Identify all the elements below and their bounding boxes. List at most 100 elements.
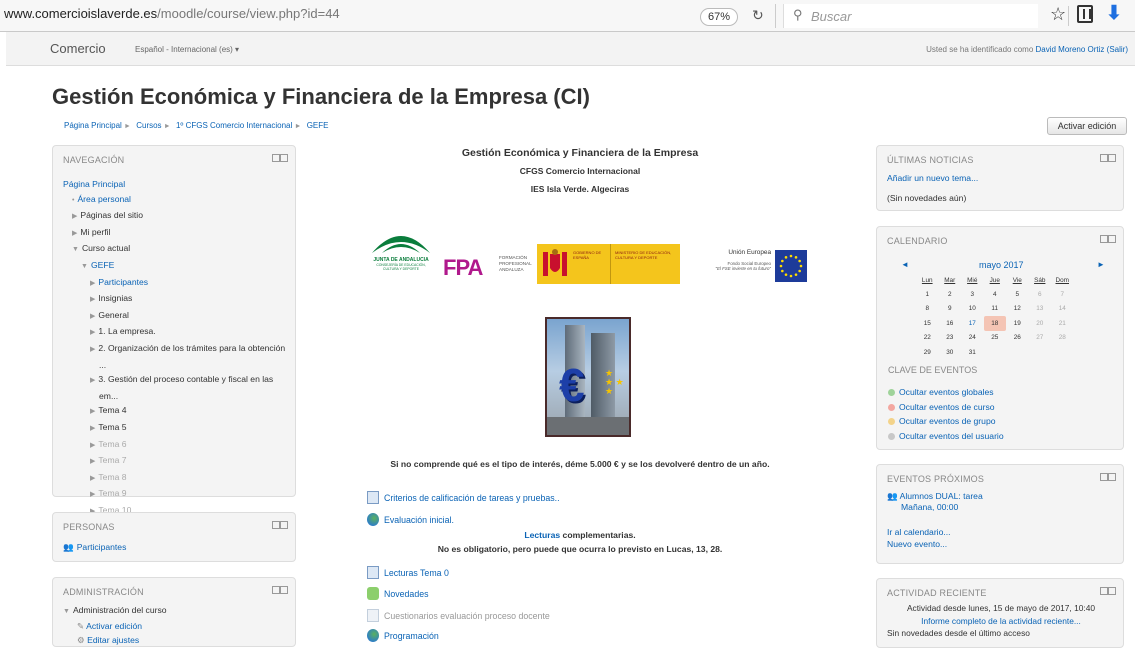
nav-item[interactable]: ▶ Participantes [63,275,285,292]
eye-icon [888,418,895,425]
course-admin-node[interactable]: ▼ Administración del curso [63,603,167,619]
breadcrumb-courses[interactable]: Cursos [136,121,161,130]
nav-item[interactable]: em... [63,389,285,404]
activate-edit-link[interactable]: ✎ Activar edición [63,619,167,633]
calendar-day[interactable]: 13 [1029,302,1052,317]
calendar-month-link[interactable]: mayo 2017 [979,260,1024,270]
nav-item[interactable]: ▶ General [63,308,285,325]
resource-criterios[interactable]: Criterios de calificación de tareas y pr… [367,491,560,504]
nav-item[interactable]: Página Principal [63,177,285,192]
nav-item[interactable]: ▶ Tema 9 [63,486,285,503]
nav-item[interactable]: ▶ Tema 6 [63,437,285,454]
calendar-day[interactable]: 1 [916,287,939,302]
breadcrumb-course[interactable]: GEFE [307,121,329,130]
new-event-link[interactable]: Nuevo evento... [887,539,947,549]
nav-item[interactable]: ▶ 2. Organización de los trámites para la… [63,341,285,358]
edit-settings-link[interactable]: ⚙ Editar ajustes [63,633,167,647]
calendar-day[interactable]: 10 [961,302,984,317]
calendar-day[interactable]: 27 [1029,331,1052,346]
prev-month-icon[interactable]: ◄ [901,260,909,269]
calendar-day[interactable]: 29 [916,345,939,360]
calendar-day[interactable]: 18 [983,316,1006,331]
event-key-item[interactable]: Ocultar eventos globales [888,385,1004,400]
calendar-day[interactable]: 4 [984,287,1007,302]
full-report-link[interactable]: Informe completo de la actividad recient… [877,616,1125,626]
site-brand[interactable]: Comercio [50,41,106,56]
nav-item[interactable]: ... [63,358,285,373]
calendar-day[interactable]: 9 [939,302,962,317]
calendar-day[interactable]: 20 [1029,316,1052,331]
nav-item[interactable]: ▶ Tema 8 [63,470,285,487]
event-key-item[interactable]: Ocultar eventos de grupo [888,414,1004,429]
calendar-day[interactable]: 8 [916,302,939,317]
nav-item[interactable]: ▶ Tema 7 [63,453,285,470]
nav-item[interactable]: ▼ GEFE [63,258,285,275]
calendar-day[interactable]: 14 [1051,302,1074,317]
go-to-calendar-link[interactable]: Ir al calendario... [887,527,951,537]
block-collapse-icon[interactable] [1100,154,1116,162]
calendar-day[interactable]: 15 [916,316,939,331]
calendar-day[interactable]: 12 [1006,302,1029,317]
block-collapse-icon[interactable] [272,521,288,529]
block-collapse-icon[interactable] [1100,587,1116,595]
calendar-day[interactable]: 19 [1006,316,1029,331]
bookmark-star-icon[interactable]: ☆ [1050,4,1066,25]
url-field[interactable]: www.comercioislaverde.es/moodle/course/v… [4,6,340,21]
calendar-day[interactable]: 28 [1051,331,1074,346]
calendar-day[interactable]: 30 [939,345,962,360]
block-collapse-icon[interactable] [1100,473,1116,481]
event-key-item[interactable]: Ocultar eventos de curso [888,400,1004,415]
add-topic-link[interactable]: Añadir un nuevo tema... [887,173,978,183]
breadcrumb-home[interactable]: Página Principal [64,121,122,130]
block-collapse-icon[interactable] [272,154,288,162]
calendar-day[interactable]: 31 [961,345,984,360]
calendar-day[interactable]: 7 [1051,287,1074,302]
download-arrow-icon[interactable]: ⬇ [1106,2,1122,25]
user-link[interactable]: David Moreno Ortiz [1036,45,1105,54]
calendar-day[interactable]: 5 [1006,287,1029,302]
nav-item[interactable]: ▶ Insignias [63,291,285,308]
calendar-day[interactable]: 21 [1051,316,1074,331]
resource-evaluacion[interactable]: Evaluación inicial. [367,513,454,526]
calendar-day[interactable]: 23 [939,331,962,346]
event-key-item[interactable]: Ocultar eventos del usuario [888,429,1004,444]
logout-link[interactable]: (Salir) [1107,45,1128,54]
zoom-indicator[interactable]: 67% [700,8,738,26]
calendar-day[interactable]: 3 [961,287,984,302]
block-title: ADMINISTRACIÓN [63,587,144,597]
calendar-day[interactable]: 17 [961,316,984,331]
reload-icon[interactable]: ↻ [752,7,764,24]
nav-item[interactable]: ▶ 1. La empresa. [63,324,285,341]
nav-item[interactable]: ▶ Tema 4 [63,403,285,420]
calendar-day[interactable]: 26 [1006,331,1029,346]
calendar-day[interactable]: 25 [984,331,1007,346]
search-field[interactable]: ⚲ Buscar [783,4,1038,28]
lecturas-link[interactable]: Lecturas [524,530,560,540]
nav-item[interactable]: ▶ 3. Gestión del proceso contable y fisca… [63,372,285,389]
nav-item[interactable]: ▶ Tema 5 [63,420,285,437]
resource-lecturas-tema0[interactable]: Lecturas Tema 0 [367,566,449,579]
nav-item[interactable]: ▼ Curso actual [63,241,285,258]
resource-novedades[interactable]: Novedades [367,587,429,600]
activate-edit-button[interactable]: Activar edición [1047,117,1127,135]
participants-link[interactable]: 👥 Participantes [63,542,126,553]
upcoming-event[interactable]: 👥 Alumnos DUAL: tarea Mañana, 00:00 [887,491,983,513]
block-collapse-icon[interactable] [272,586,288,594]
resource-cuestionarios[interactable]: Cuestionarios evaluación proceso docente [367,609,550,622]
nav-item[interactable]: ▶ Páginas del sitio [63,208,285,225]
block-collapse-icon[interactable] [1100,235,1116,243]
calendar-day[interactable]: 24 [961,331,984,346]
language-menu[interactable]: Español - Internacional (es) ▾ [135,45,239,54]
library-icon[interactable] [1077,5,1093,23]
calendar-day[interactable]: 2 [939,287,962,302]
next-month-icon[interactable]: ► [1097,260,1105,269]
nav-item[interactable]: • Área personal [63,192,285,209]
ue-caption: Unión Europea Fondo Social Europeo "El F… [681,249,771,271]
breadcrumb-category[interactable]: 1º CFGS Comercio Internacional [176,121,292,130]
calendar-day[interactable]: 16 [939,316,962,331]
calendar-day[interactable]: 6 [1029,287,1052,302]
nav-item[interactable]: ▶ Mi perfil [63,225,285,242]
calendar-day[interactable]: 22 [916,331,939,346]
resource-programacion[interactable]: Programación [367,629,439,642]
calendar-day[interactable]: 11 [984,302,1007,317]
